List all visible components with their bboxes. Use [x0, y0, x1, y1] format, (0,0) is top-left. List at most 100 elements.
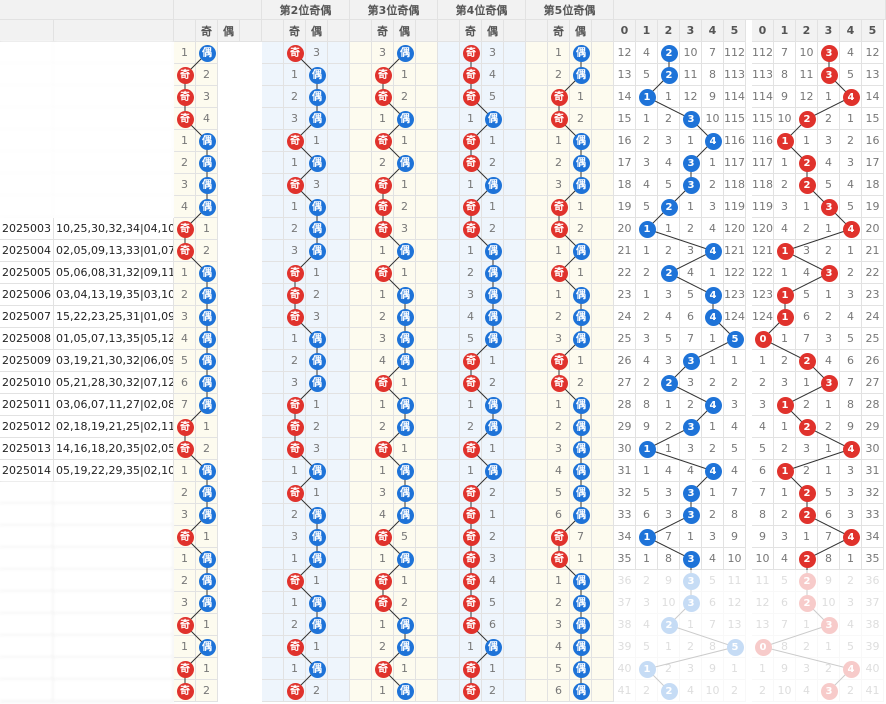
- parity-pad: [438, 218, 460, 240]
- parity-pad: [416, 526, 438, 548]
- digit-cell: 10: [774, 108, 796, 130]
- digit-cell: 20: [614, 218, 636, 240]
- parity-pad: [416, 592, 438, 614]
- odd-ball: 奇: [176, 616, 194, 634]
- miss-count: 1: [709, 354, 716, 367]
- miss-count: 3: [847, 288, 854, 301]
- numbers-cell: [54, 614, 174, 636]
- even-miss-count: 2: [577, 222, 584, 235]
- miss-count: 1: [709, 156, 716, 169]
- odd-cell: 2: [372, 152, 394, 174]
- parity-pad: [438, 680, 460, 702]
- miss-count: 2: [643, 310, 650, 323]
- odd-ball: 奇: [462, 374, 480, 392]
- odd-miss-count: 2: [181, 486, 188, 499]
- parity-pad: [526, 196, 548, 218]
- parity-pad: [328, 108, 350, 130]
- even-miss-count: 1: [401, 574, 408, 587]
- hit-ball: 4: [704, 462, 722, 480]
- parity-pad: [526, 64, 548, 86]
- miss-count: 6: [687, 310, 694, 323]
- even-ball: 偶: [198, 198, 216, 216]
- odd-ball: 奇: [286, 682, 304, 700]
- parity-pad: [592, 614, 614, 636]
- odd-miss-count: 2: [467, 420, 474, 433]
- header-pad: [504, 20, 526, 42]
- odd-ball: 奇: [462, 220, 480, 238]
- odd-miss-count: 4: [467, 310, 474, 323]
- digit-cell: 115: [752, 108, 774, 130]
- miss-count: 116: [752, 134, 773, 147]
- parity-pad: [328, 218, 350, 240]
- odd-miss-count: 1: [379, 288, 386, 301]
- digit-cell: 1: [818, 636, 840, 658]
- numbers-cell: [54, 636, 174, 658]
- even-miss-count: 2: [203, 68, 210, 81]
- miss-count: 2: [687, 640, 694, 653]
- odd-miss-count: 3: [555, 442, 562, 455]
- odd-miss-count: 1: [181, 552, 188, 565]
- digit-cell: 3: [796, 240, 818, 262]
- odd-ball: 奇: [462, 88, 480, 106]
- miss-count: 113: [752, 68, 773, 81]
- header-pos-parity: 第3位奇偶: [350, 0, 438, 20]
- miss-count: 1: [825, 442, 832, 455]
- miss-count: 1: [781, 156, 788, 169]
- miss-count: 19: [865, 200, 880, 213]
- miss-count: 16: [617, 134, 632, 147]
- odd-cell: 1: [460, 636, 482, 658]
- digit-cell: 121: [724, 240, 746, 262]
- odd-cell: 1: [174, 262, 196, 284]
- digit-cell: 120: [724, 218, 746, 240]
- issue-cell: 2025008: [0, 328, 54, 350]
- hit-ball: 4: [842, 528, 860, 546]
- digit-cell: 2: [752, 680, 774, 702]
- miss-count: 4: [847, 46, 854, 59]
- miss-count: 6: [643, 508, 650, 521]
- hit-ball: 2: [660, 682, 678, 700]
- miss-count: 118: [724, 178, 745, 191]
- even-cell: 7: [570, 526, 592, 548]
- even-miss-count: 3: [313, 46, 320, 59]
- digit-cell: 2: [658, 658, 680, 680]
- miss-count: 3: [847, 596, 854, 609]
- hit-ball: 5: [726, 638, 744, 656]
- miss-count: 5: [847, 200, 854, 213]
- parity-pad: [328, 394, 350, 416]
- even-miss-count: 5: [401, 530, 408, 543]
- digit-cell: 2: [636, 680, 658, 702]
- numbers-cell: 05,21,28,30,32|07,12: [54, 372, 174, 394]
- even-ball: 偶: [396, 462, 414, 480]
- issue-cell: 2025010: [0, 372, 54, 394]
- parity-pad: [526, 218, 548, 240]
- digit-cell: 19: [862, 196, 884, 218]
- parity-pad: [262, 174, 284, 196]
- numbers-cell: [54, 548, 174, 570]
- parity-pad: [592, 174, 614, 196]
- even-miss-count: 2: [401, 596, 408, 609]
- miss-count: 7: [731, 486, 738, 499]
- miss-count: 8: [781, 640, 788, 653]
- digit-cell: 5: [840, 64, 862, 86]
- even-ball: 偶: [198, 308, 216, 326]
- parity-pad: [262, 372, 284, 394]
- parity-pad: [592, 636, 614, 658]
- parity-pad: [350, 350, 372, 372]
- digit-cell: 10: [702, 108, 724, 130]
- odd-miss-count: 2: [555, 596, 562, 609]
- even-ball: 偶: [484, 418, 502, 436]
- parity-pad: [262, 504, 284, 526]
- parity-pad: [592, 152, 614, 174]
- parity-pad: [350, 526, 372, 548]
- even-cell: 1: [482, 350, 504, 372]
- parity-pad: [438, 42, 460, 64]
- miss-count: 1: [825, 464, 832, 477]
- digit-cell: 6: [840, 350, 862, 372]
- trend-chart-table: 第2位奇偶 第3位奇偶 第4位奇偶 第5位奇偶奇偶奇偶奇偶奇偶奇偶 0 1 2 3 4 5 0 1 2 3…: [0, 0, 886, 704]
- even-ball: 偶: [396, 330, 414, 348]
- miss-count: 26: [617, 354, 632, 367]
- miss-count: 3: [847, 508, 854, 521]
- odd-miss-count: 1: [379, 112, 386, 125]
- miss-count: 6: [803, 310, 810, 323]
- miss-count: 4: [665, 464, 672, 477]
